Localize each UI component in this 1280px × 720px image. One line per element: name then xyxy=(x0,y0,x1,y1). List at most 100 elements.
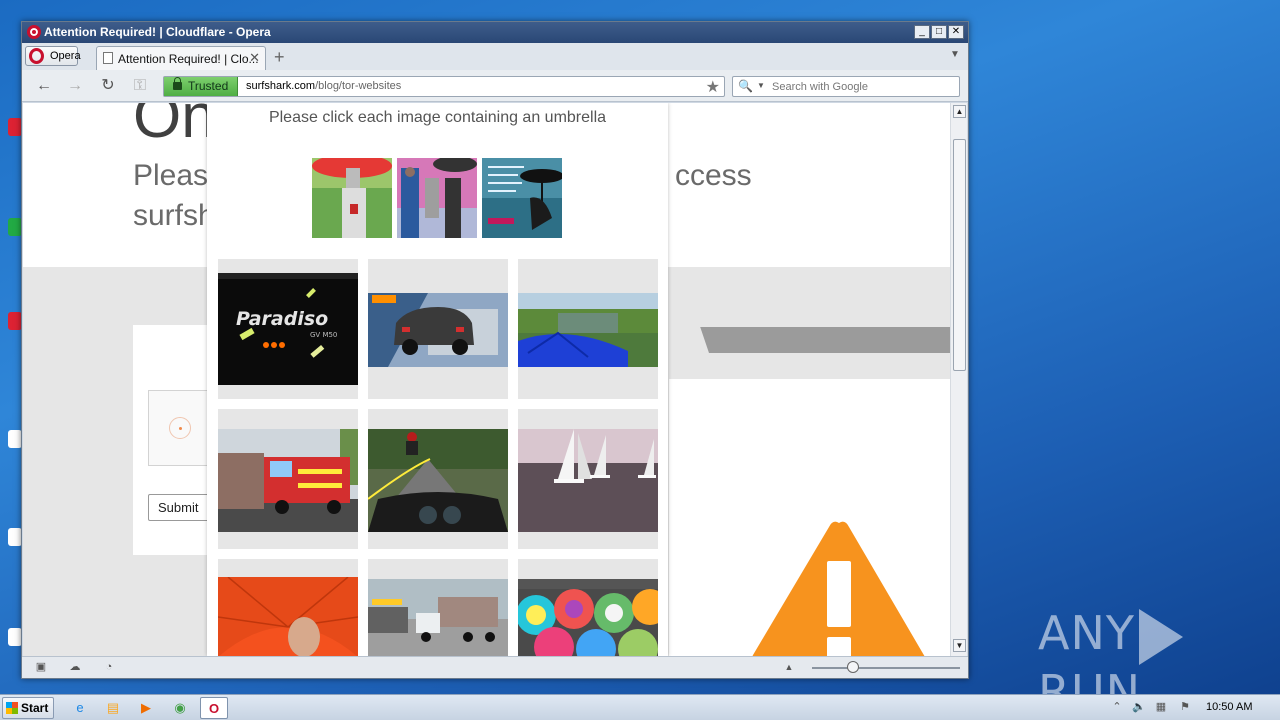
tile-fire-truck-image xyxy=(218,429,358,532)
sample-image-2 xyxy=(397,158,477,238)
zoom-up-arrow-icon[interactable]: ▲ xyxy=(782,661,796,674)
challenge-tile-3[interactable] xyxy=(518,259,658,399)
browser-window: Attention Required! | Cloudflare - Opera… xyxy=(21,21,969,679)
challenge-tile-7[interactable] xyxy=(218,559,358,656)
network-icon[interactable]: ▦ xyxy=(1154,701,1168,714)
sample-image-3-graphic xyxy=(482,158,562,238)
back-button[interactable]: ← xyxy=(34,76,54,96)
search-engine-dropdown-icon[interactable]: ▼ xyxy=(757,81,765,90)
navigation-bar: ← → ↻ ⚿ Trusted surfshark.com/blog/tor-w… xyxy=(22,70,968,102)
volume-icon[interactable]: 🔈 xyxy=(1132,701,1146,714)
tile-sailboats-image xyxy=(518,429,658,532)
url-text[interactable]: surfshark.com/blog/tor-websites xyxy=(246,80,401,92)
warning-icon xyxy=(752,521,925,656)
opera-menu-label: Opera xyxy=(50,50,81,62)
tile-blue-umbrella-river-image xyxy=(518,293,658,367)
gray-band xyxy=(669,327,950,353)
start-label: Start xyxy=(21,701,49,715)
address-bar[interactable]: Trusted surfshark.com/blog/tor-websites … xyxy=(163,76,725,97)
trusted-label: Trusted xyxy=(188,79,229,93)
search-icon: 🔍 xyxy=(738,79,753,93)
desktop-icon[interactable] xyxy=(8,628,22,646)
hero-text-left: Pleas xyxy=(133,159,209,192)
search-field[interactable]: 🔍 ▼ Search with Google xyxy=(732,76,960,97)
watermark-left: ANY xyxy=(1038,606,1135,660)
tile-colorful-umbrellas-image xyxy=(518,579,658,656)
panel-toggle-icon[interactable]: ▣ xyxy=(34,661,48,674)
opera-o-icon xyxy=(29,48,44,64)
reload-button[interactable]: ↻ xyxy=(98,76,118,96)
sample-image-1-graphic xyxy=(312,158,392,238)
windows-logo-icon xyxy=(6,702,18,714)
lock-icon xyxy=(173,77,182,90)
scroll-down-arrow-icon[interactable]: ▼ xyxy=(953,639,966,652)
challenge-tile-4[interactable] xyxy=(218,409,358,549)
close-button[interactable]: ✕ xyxy=(948,25,964,39)
tab-label: Attention Required! | Clo... xyxy=(118,52,259,66)
sample-image-2-graphic xyxy=(397,158,477,238)
desktop-icon[interactable] xyxy=(8,430,22,448)
sample-image-1 xyxy=(312,158,392,238)
tile-car-road-image xyxy=(368,293,508,367)
desktop-icon[interactable] xyxy=(8,218,22,236)
scroll-thumb[interactable] xyxy=(953,139,966,371)
desktop-icon[interactable] xyxy=(8,312,22,330)
show-hidden-icons-icon[interactable]: ⌃ xyxy=(1110,701,1124,714)
challenge-tile-9[interactable] xyxy=(518,559,658,656)
tile-paradiso-image: Paradiso GV M50 xyxy=(218,273,358,385)
tile-red-umbrella-image xyxy=(218,577,358,656)
desktop-icon[interactable] xyxy=(8,528,22,546)
challenge-tile-5[interactable] xyxy=(368,409,508,549)
new-tab-button[interactable]: + xyxy=(274,47,285,68)
keys-icon[interactable]: ⚿ xyxy=(130,76,150,96)
play-icon xyxy=(1138,608,1183,665)
tile-trucks-image xyxy=(368,579,508,656)
image-challenge-dialog: Please click each image containing an um… xyxy=(207,103,668,656)
opera-logo-icon xyxy=(27,25,41,39)
speed-dial-icon[interactable]: ◔ xyxy=(102,661,116,674)
system-tray: ⌃ 🔈 ▦ ⚑ xyxy=(1104,695,1280,720)
challenge-tile-1[interactable]: Paradiso GV M50 xyxy=(218,259,358,399)
minimize-button[interactable]: _ xyxy=(914,25,930,39)
tile-paradiso-subcaption: GV M50 xyxy=(310,331,337,339)
challenge-tile-6[interactable] xyxy=(518,409,658,549)
maximize-button[interactable]: □ xyxy=(931,25,947,39)
sample-image-3 xyxy=(482,158,562,238)
page-icon xyxy=(103,52,113,64)
tile-paradiso-caption: Paradiso xyxy=(236,308,328,330)
opera-taskbar-icon[interactable]: O xyxy=(200,697,228,719)
chrome-icon[interactable]: ◉ xyxy=(166,697,194,719)
vertical-scrollbar[interactable]: ▲ ▼ xyxy=(950,103,967,656)
media-player-icon[interactable]: ▶ xyxy=(132,697,160,719)
tab-menu-chevron-icon[interactable]: ▼ xyxy=(950,49,960,60)
url-host: surfshark.com xyxy=(246,80,316,92)
taskbar: Start e ▤ ▶ ◉ O ⌃ 🔈 ▦ ⚑ 10:50 AM xyxy=(0,694,1280,720)
tile-motorcycle-road-image xyxy=(368,429,508,532)
challenge-tile-8[interactable] xyxy=(368,559,508,656)
hero-text-right: ccess xyxy=(675,159,752,192)
bookmark-star-icon[interactable]: ★ xyxy=(706,77,720,97)
hero-text-line2: surfsh xyxy=(133,199,215,232)
internet-explorer-icon[interactable]: e xyxy=(66,697,94,719)
forward-button[interactable]: → xyxy=(65,76,85,96)
challenge-tile-2[interactable] xyxy=(368,259,508,399)
zoom-slider-track[interactable] xyxy=(812,667,960,669)
clock[interactable]: 10:50 AM xyxy=(1206,701,1252,713)
start-button[interactable]: Start xyxy=(2,697,54,719)
scroll-up-arrow-icon[interactable]: ▲ xyxy=(953,105,966,118)
cloud-icon[interactable]: ☁ xyxy=(68,661,82,674)
desktop-icon[interactable] xyxy=(8,118,22,136)
window-title: Attention Required! | Cloudflare - Opera xyxy=(44,25,271,39)
challenge-prompt: Please click each image containing an um… xyxy=(268,109,607,126)
opera-menu-button[interactable]: Opera xyxy=(25,46,81,66)
page-viewport: On Pleas ccess surfsh Submit Please clic… xyxy=(23,103,950,656)
zoom-slider-knob[interactable] xyxy=(847,661,859,673)
loading-spinner-icon xyxy=(169,417,191,439)
url-path: /blog/tor-websites xyxy=(315,80,402,92)
action-center-flag-icon[interactable]: ⚑ xyxy=(1178,701,1192,714)
file-explorer-icon[interactable]: ▤ xyxy=(99,697,127,719)
status-bar: ▣ ☁ ◔ ▲ xyxy=(22,656,968,678)
trusted-badge[interactable]: Trusted xyxy=(164,77,238,96)
tab-close-icon[interactable]: ✕ xyxy=(249,50,260,66)
tab-attention-required[interactable]: Attention Required! | Clo... ✕ xyxy=(96,46,266,70)
